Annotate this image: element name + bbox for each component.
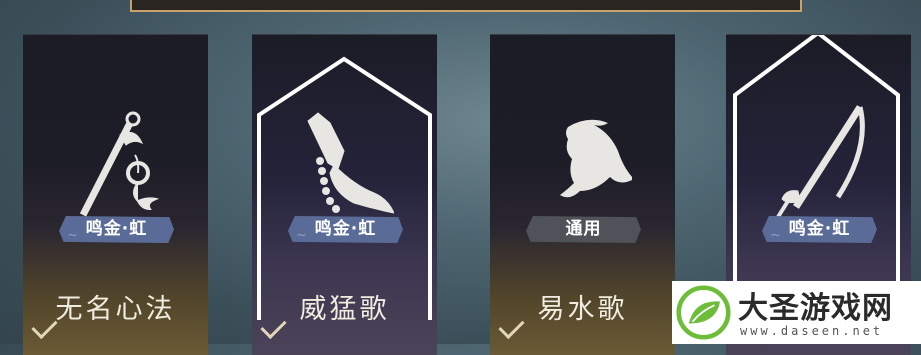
school-badge: ~ 鸣金·虹: [59, 216, 174, 243]
leaf-logo-icon: [676, 285, 731, 340]
school-badge: ~ 鸣金·虹: [288, 216, 403, 243]
skill-card-2[interactable]: ~ 鸣金·虹 威猛歌: [252, 34, 437, 355]
skill-card-3[interactable]: 通用 易水歌: [490, 34, 675, 355]
site-watermark: 大圣游戏网 www.daseen.net: [672, 281, 921, 344]
watermark-url: www.daseen.net: [740, 324, 884, 338]
top-panel-edge: [130, 0, 802, 12]
school-badge: 通用: [526, 216, 641, 243]
watermark-title: 大圣游戏网: [738, 291, 893, 326]
skill-card-1[interactable]: ~ 鸣金·虹 无名心法: [23, 34, 208, 355]
school-badge: ~ 鸣金·虹: [762, 216, 877, 243]
